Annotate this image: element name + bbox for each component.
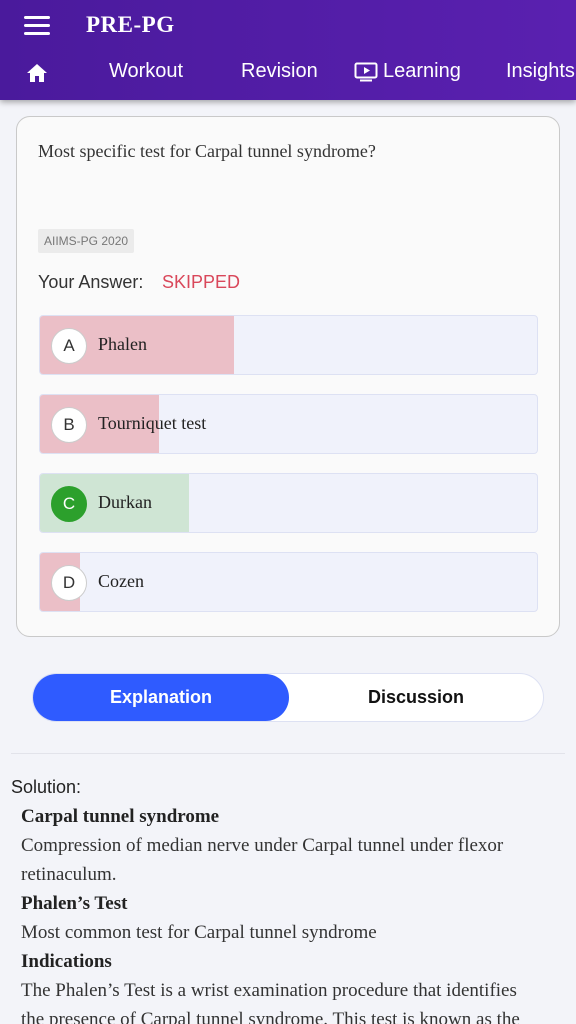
- tab-learning-label: Learning: [383, 60, 461, 82]
- option-c-letter: C: [51, 486, 87, 522]
- explanation-tab[interactable]: Explanation: [33, 674, 289, 721]
- solution-heading-3: Indications: [21, 951, 112, 972]
- option-c-text: Durkan: [98, 492, 152, 512]
- solution-label: Solution:: [11, 777, 82, 797]
- divider: [11, 753, 565, 754]
- tab-learning[interactable]: Learning: [354, 60, 461, 83]
- solution-paragraph-3b: the presence of Carpal tunnel syndrome. …: [21, 1009, 520, 1024]
- discussion-tab[interactable]: Discussion: [288, 674, 544, 721]
- option-d[interactable]: D Cozen: [39, 552, 538, 612]
- option-a-letter: A: [51, 328, 87, 364]
- home-icon[interactable]: [26, 63, 48, 83]
- your-answer-label: Your Answer:: [38, 272, 144, 292]
- answer-status: SKIPPED: [162, 272, 241, 292]
- option-d-text: Cozen: [98, 571, 144, 591]
- solution-heading-2: Phalen’s Test: [21, 893, 128, 914]
- app-bar: PRE-PG Workout Revision Learning Insight…: [0, 0, 576, 100]
- option-c[interactable]: C Durkan: [39, 473, 538, 533]
- solution-paragraph-1b: retinaculum.: [21, 864, 117, 885]
- option-a[interactable]: A Phalen: [39, 315, 538, 375]
- exam-tag: AIIMS-PG 2020: [38, 229, 135, 253]
- option-d-letter: D: [51, 565, 87, 601]
- solution-paragraph-1a: Compression of median nerve under Carpal…: [21, 835, 504, 856]
- option-a-text: Phalen: [98, 334, 147, 354]
- menu-icon[interactable]: [24, 16, 50, 38]
- option-b[interactable]: B Tourniquet test: [39, 394, 538, 454]
- video-play-icon: [354, 62, 378, 81]
- question-card: Most specific test for Carpal tunnel syn…: [16, 116, 560, 637]
- solution-heading-1: Carpal tunnel syndrome: [21, 806, 220, 827]
- app-title: PRE-PG: [86, 12, 175, 37]
- solution-paragraph-2: Most common test for Carpal tunnel syndr…: [21, 922, 377, 943]
- tab-insights[interactable]: Insights: [506, 60, 575, 83]
- solution-paragraph-3a: The Phalen’s Test is a wrist examination…: [21, 980, 517, 1001]
- question-text: Most specific test for Carpal tunnel syn…: [38, 141, 376, 161]
- option-b-letter: B: [51, 407, 87, 443]
- tab-revision[interactable]: Revision: [241, 60, 318, 83]
- tab-workout[interactable]: Workout: [109, 60, 183, 83]
- option-b-text: Tourniquet test: [98, 413, 207, 433]
- explanation-discussion-toggle: Explanation Discussion: [32, 673, 544, 722]
